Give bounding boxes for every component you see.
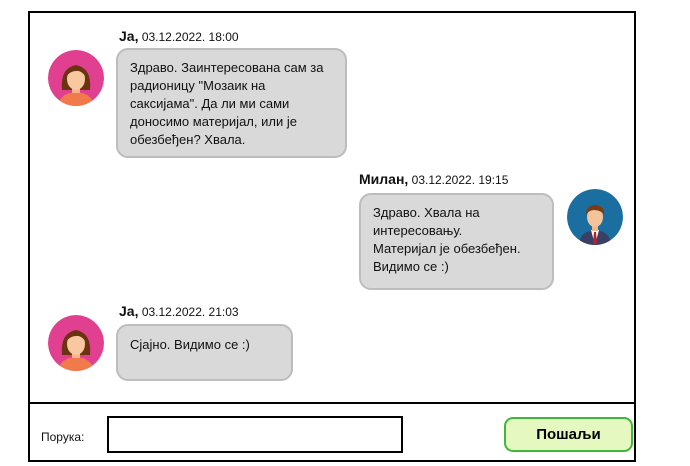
- sender-name: Ја,: [119, 303, 139, 319]
- send-button[interactable]: Пошаљи: [504, 417, 633, 452]
- message-line: Материјал је обезбеђен.: [373, 241, 521, 256]
- sender-name: Милан,: [359, 171, 409, 187]
- message-bubble: Здраво. Заинтересована сам за радионицу …: [116, 48, 347, 158]
- message-meta: Милан, 03.12.2022. 19:15: [359, 171, 508, 187]
- message-line: доносимо материјал, или је: [130, 114, 297, 129]
- message-meta: Ја, 03.12.2022. 18:00: [119, 28, 239, 44]
- message-meta: Ја, 03.12.2022. 21:03: [119, 303, 239, 319]
- message-bubble: Здраво. Хвала на интересовању. Материјал…: [359, 193, 554, 290]
- message-line: интересовању.: [373, 223, 463, 238]
- message-line: радионицу "Мозаик на: [130, 78, 266, 93]
- message-timestamp: 03.12.2022. 21:03: [141, 305, 239, 319]
- male-avatar-icon: [567, 189, 623, 245]
- message-line: обезбеђен? Хвала.: [130, 132, 246, 147]
- message-timestamp: 03.12.2022. 19:15: [411, 173, 509, 187]
- message-timestamp: 03.12.2022. 18:00: [141, 30, 239, 44]
- message-label: Порука:: [41, 430, 85, 444]
- female-avatar-icon: [48, 315, 104, 371]
- message-input[interactable]: [107, 416, 403, 453]
- message-bubble: Сјајно. Видимо се :): [116, 324, 293, 381]
- message-line: Сјајно. Видимо се :): [130, 337, 250, 352]
- sender-name: Ја,: [119, 28, 139, 44]
- female-avatar-icon: [48, 50, 104, 106]
- message-line: Здраво. Хвала на: [373, 205, 480, 220]
- message-line: Видимо се :): [373, 259, 449, 274]
- chat-window: Ја, 03.12.2022. 18:00 Здраво. Заинтересо…: [28, 11, 636, 462]
- composer-divider: [30, 402, 634, 404]
- message-line: саксијама". Да ли ми сами: [130, 96, 290, 111]
- message-line: Здраво. Заинтересована сам за: [130, 60, 324, 75]
